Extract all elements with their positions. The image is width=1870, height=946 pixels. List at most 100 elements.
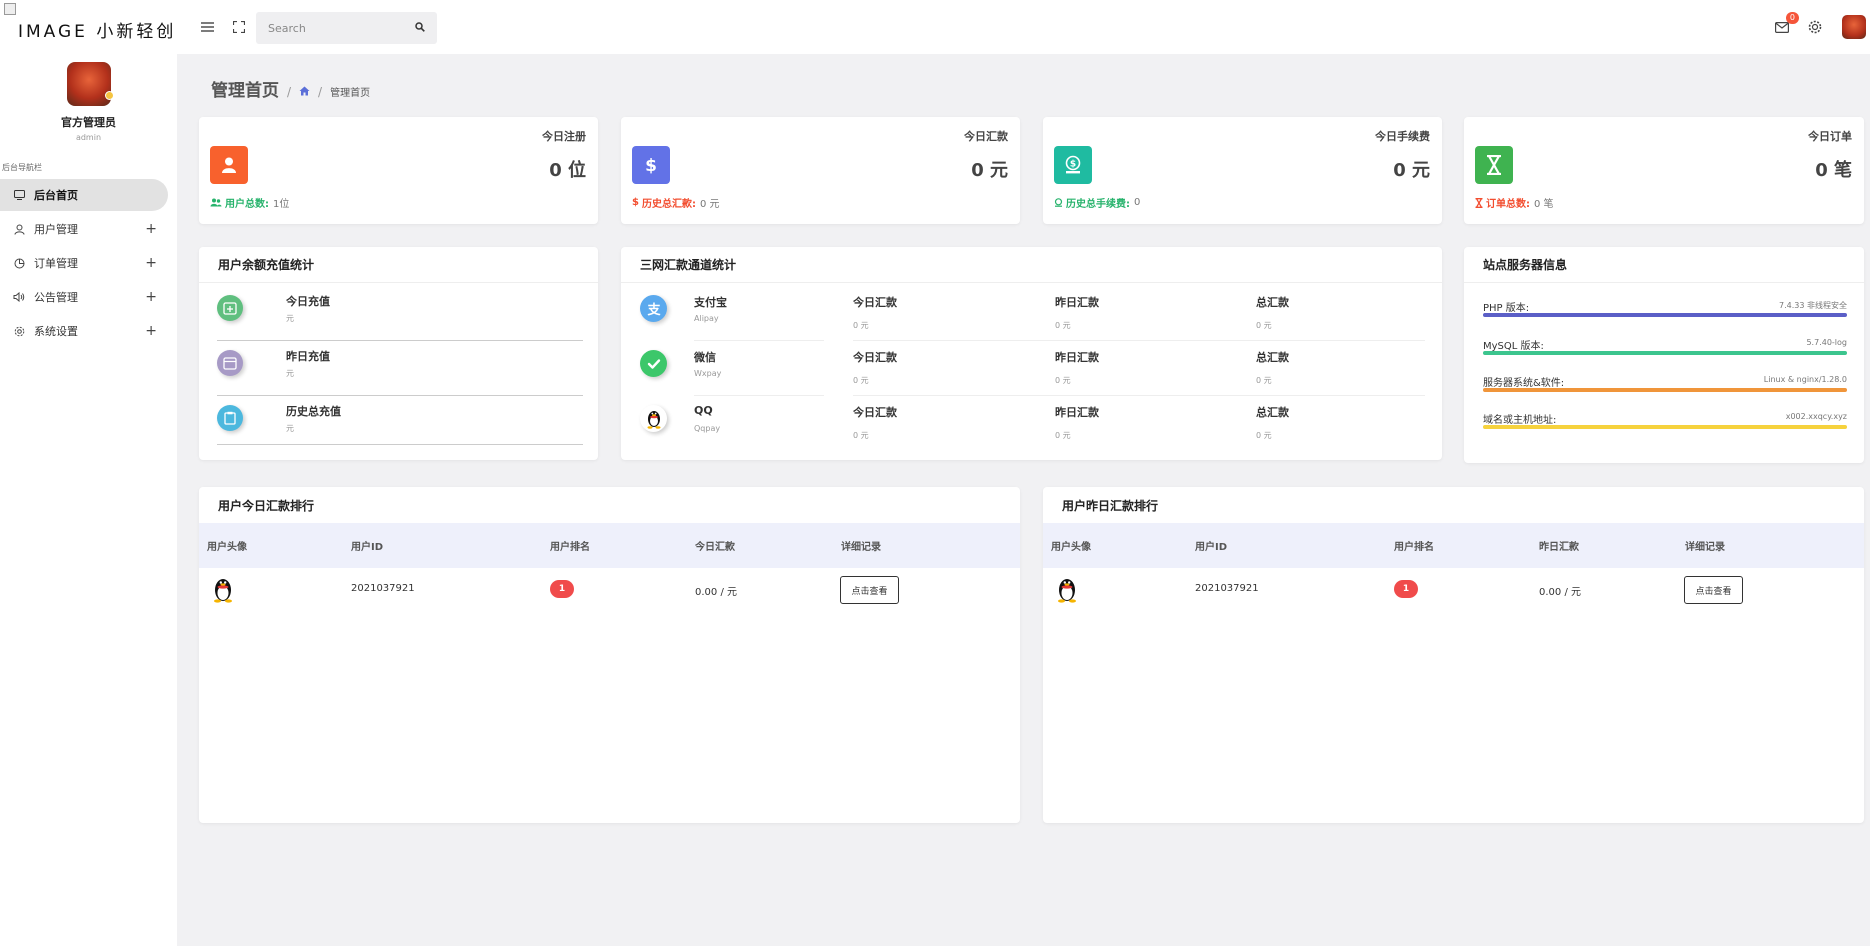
qq-penguin-avatar [1053,576,1081,604]
search-icon[interactable] [415,21,425,35]
column-label: 今日汇款 [853,351,897,364]
column-label: 总汇款 [1256,351,1289,364]
breadcrumb: 管理首页 / / 管理首页 [211,76,370,101]
amount: 0.00 / 元 [1539,587,1581,598]
recharge-title: 昨日充值 [286,350,330,363]
channel-name: QQ [694,404,713,417]
money-bag-icon: $ [1054,146,1092,184]
users-icon [210,198,222,207]
menu-toggle-icon[interactable] [198,18,216,36]
clipboard-icon [217,405,243,431]
recharge-value: 元 [286,369,294,378]
mail-icon[interactable]: 0 [1773,12,1799,36]
total-column: 总汇款 0 元 [1256,349,1289,386]
sidebar-item-settings[interactable]: 系统设置 + [0,315,177,347]
user-name: 官方管理员 [61,116,116,129]
recharge-title: 今日充值 [286,295,330,308]
info-value: 7.4.33 非线程安全 [1779,301,1847,310]
search-input[interactable] [268,21,408,35]
yesterday-column: 昨日汇款 0 元 [1055,349,1099,386]
header-avatar[interactable] [1842,15,1866,39]
sidebar-item-home[interactable]: 后台首页 [0,179,168,211]
expand-icon[interactable]: + [145,221,157,237]
table-row: 2021037921 1 0.00 / 元 点击查看 [1043,568,1864,616]
sidebar-item-notices[interactable]: 公告管理 + [0,281,177,313]
calendar-icon [217,350,243,376]
sidebar-item-label: 后台首页 [34,189,78,202]
expand-icon[interactable]: + [145,289,157,305]
info-bar [1483,313,1847,317]
sidebar-item-label: 系统设置 [34,325,78,338]
stat-card-fees: 今日手续费 $ 0 元 历史总手续费: 0 [1043,117,1442,224]
expand-icon[interactable]: + [145,323,157,339]
expand-icon[interactable]: + [145,255,157,271]
column-header: 详细记录 [841,542,881,553]
hourglass-icon [1475,197,1483,208]
stat-footer-value: 1位 [273,199,290,210]
breadcrumb-separator: / [318,85,323,99]
stat-footer-label: 历史总汇款: [641,199,696,210]
sidebar-item-label: 公告管理 [34,291,78,304]
channel-code: Qqpay [694,424,721,433]
hourglass-icon [1475,146,1513,184]
stat-card-orders: 今日订单 0 笔 订单总数: 0 笔 [1464,117,1864,224]
column-value: 0 元 [1256,321,1272,330]
user-icon [12,224,26,235]
amount: 0.00 / 元 [695,587,737,598]
stat-value: 0 元 [1393,160,1430,181]
recharge-title: 历史总充值 [286,405,341,418]
svg-text:$: $ [645,156,657,175]
recharge-value: 元 [286,314,294,323]
svg-text:$: $ [1070,160,1076,170]
card-title: 站点服务器信息 [1464,247,1864,283]
qq-penguin-icon [640,405,667,432]
column-value: 0 元 [853,321,869,330]
card-title: 三网汇款通道统计 [621,247,1442,283]
fullscreen-icon[interactable] [230,18,248,36]
stat-card-registrations: 今日注册 0 位 用户总数: 1位 [199,117,598,224]
home-icon[interactable] [299,86,310,99]
table-row: 支 支付宝 Alipay 今日汇款 0 元 昨日汇款 0 元 总汇款 0 元 [640,287,1427,341]
sidebar-item-label: 用户管理 [34,223,78,236]
sidebar-item-orders[interactable]: 订单管理 + [0,247,177,279]
info-bar [1483,388,1847,392]
search-box [256,12,437,44]
dollar-icon: $ [632,197,639,208]
table-row: QQ Qqpay 今日汇款 0 元 昨日汇款 0 元 总汇款 0 元 [640,397,1427,451]
column-header: 昨日汇款 [1539,542,1579,553]
rank-badge: 1 [550,580,574,598]
list-item: 今日充值 元 [217,287,583,341]
stat-footer: 历史总手续费: 0 [1054,195,1140,210]
today-column: 今日汇款 0 元 [853,404,897,441]
divider [217,444,583,445]
info-bar [1483,351,1847,355]
stat-value: 0 元 [971,160,1008,181]
sidebar-item-users[interactable]: 用户管理 + [0,213,177,245]
monitor-icon [12,190,26,200]
nav-caption: 后台导航栏 [2,163,42,172]
card-title: 用户昨日汇款排行 [1062,498,1159,513]
today-ranking-card: 用户今日汇款排行 用户头像 用户ID 用户排名 今日汇款 详细记录 202103… [199,487,1020,823]
brand-logo[interactable]: IMAGE 小新轻创 [0,0,177,54]
user-role: admin [75,133,102,142]
sidebar-item-label: 订单管理 [34,257,78,270]
column-value: 0 元 [1055,376,1071,385]
yesterday-column: 昨日汇款 0 元 [1055,404,1099,441]
info-bar [1483,425,1847,429]
theme-settings-icon[interactable] [1806,18,1824,36]
view-details-button[interactable]: 点击查看 [840,576,899,604]
brand-text: IMAGE 小新轻创 [18,21,177,42]
stat-label: 今日汇款 [964,130,1008,143]
sidebar: IMAGE 小新轻创 官方管理员 admin 后台导航栏 后台首页 用户管理 +… [0,0,177,946]
rank-badge: 1 [1394,580,1418,598]
total-column: 总汇款 0 元 [1256,404,1289,441]
column-label: 今日汇款 [853,406,897,419]
divider [694,340,824,341]
avatar[interactable] [66,62,114,106]
channel-code: Alipay [694,314,719,323]
column-header: 用户排名 [1394,542,1434,553]
total-column: 总汇款 0 元 [1256,294,1289,331]
yesterday-ranking-card: 用户昨日汇款排行 用户头像 用户ID 用户排名 昨日汇款 详细记录 202103… [1043,487,1864,823]
stat-footer: 订单总数: 0 笔 [1475,195,1554,210]
view-details-button[interactable]: 点击查看 [1684,576,1743,604]
